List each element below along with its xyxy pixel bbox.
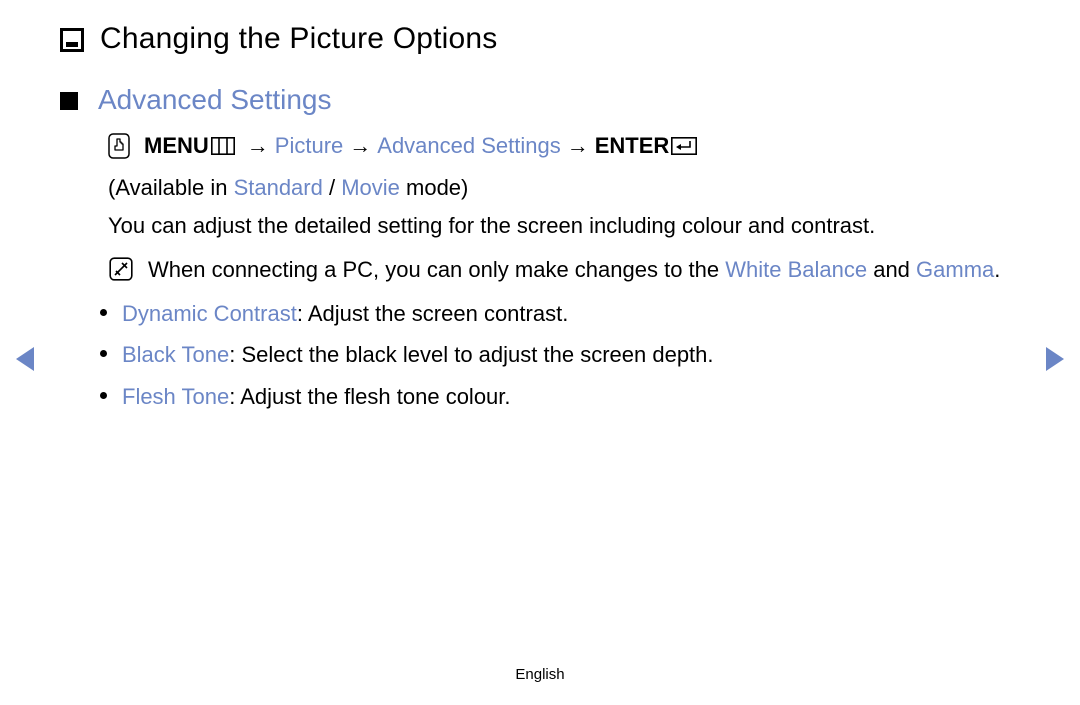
content-area: Changing the Picture Options Advanced Se…	[60, 22, 1020, 423]
note-text: When connecting a PC, you can only make …	[148, 254, 1020, 286]
section-bullet-icon	[60, 92, 78, 110]
note-mid: and	[867, 257, 916, 282]
enter-icon	[671, 137, 697, 155]
note-icon	[108, 257, 134, 281]
mode-movie: Movie	[341, 175, 400, 200]
note-prefix: When connecting a PC, you can only make …	[148, 257, 725, 282]
note-white-balance: White Balance	[725, 257, 867, 282]
list-item: Dynamic Contrast: Adjust the screen cont…	[100, 298, 1020, 330]
avail-sep: /	[323, 175, 341, 200]
feature-term: Flesh Tone	[122, 384, 229, 409]
note-row: When connecting a PC, you can only make …	[108, 254, 1020, 286]
menu-grid-icon	[211, 137, 235, 155]
note-gamma: Gamma	[916, 257, 994, 282]
avail-prefix: (Available in	[108, 175, 234, 200]
feature-term: Black Tone	[122, 342, 229, 367]
page-title: Changing the Picture Options	[100, 22, 498, 56]
title-row: Changing the Picture Options	[60, 22, 1020, 56]
section-row: Advanced Settings	[60, 84, 1020, 116]
avail-suffix: mode)	[400, 175, 468, 200]
feature-desc: : Adjust the flesh tone colour.	[229, 384, 510, 409]
prev-page-button[interactable]	[14, 345, 36, 373]
feature-desc: : Adjust the screen contrast.	[297, 301, 568, 326]
next-page-button[interactable]	[1044, 345, 1066, 373]
chapter-bullet-icon	[60, 28, 84, 52]
feature-term: Dynamic Contrast	[122, 301, 297, 326]
hand-icon	[108, 133, 130, 159]
feature-desc: : Select the black level to adjust the s…	[229, 342, 713, 367]
list-item: Black Tone: Select the black level to ad…	[100, 339, 1020, 371]
path-picture: Picture	[275, 130, 343, 162]
arrow-2: →	[349, 130, 371, 162]
path-advanced: Advanced Settings	[377, 130, 560, 162]
arrow-3: →	[567, 130, 589, 162]
section-heading: Advanced Settings	[98, 84, 332, 116]
list-item: Flesh Tone: Adjust the flesh tone colour…	[100, 381, 1020, 413]
triangle-right-icon	[1044, 345, 1066, 373]
arrow-1: →	[247, 130, 269, 162]
enter-label: ENTER	[595, 130, 670, 162]
feature-list: Dynamic Contrast: Adjust the screen cont…	[100, 298, 1020, 414]
menu-label: MENU	[144, 130, 209, 162]
footer-language: English	[0, 666, 1080, 683]
section-description: You can adjust the detailed setting for …	[108, 210, 1020, 242]
note-suffix: .	[994, 257, 1000, 282]
menu-path: MENU → Picture → Advanced Settings → ENT…	[108, 130, 1020, 162]
mode-standard: Standard	[234, 175, 323, 200]
triangle-left-icon	[14, 345, 36, 373]
availability-text: (Available in Standard / Movie mode)	[108, 172, 1020, 204]
manual-page: Changing the Picture Options Advanced Se…	[0, 0, 1080, 705]
